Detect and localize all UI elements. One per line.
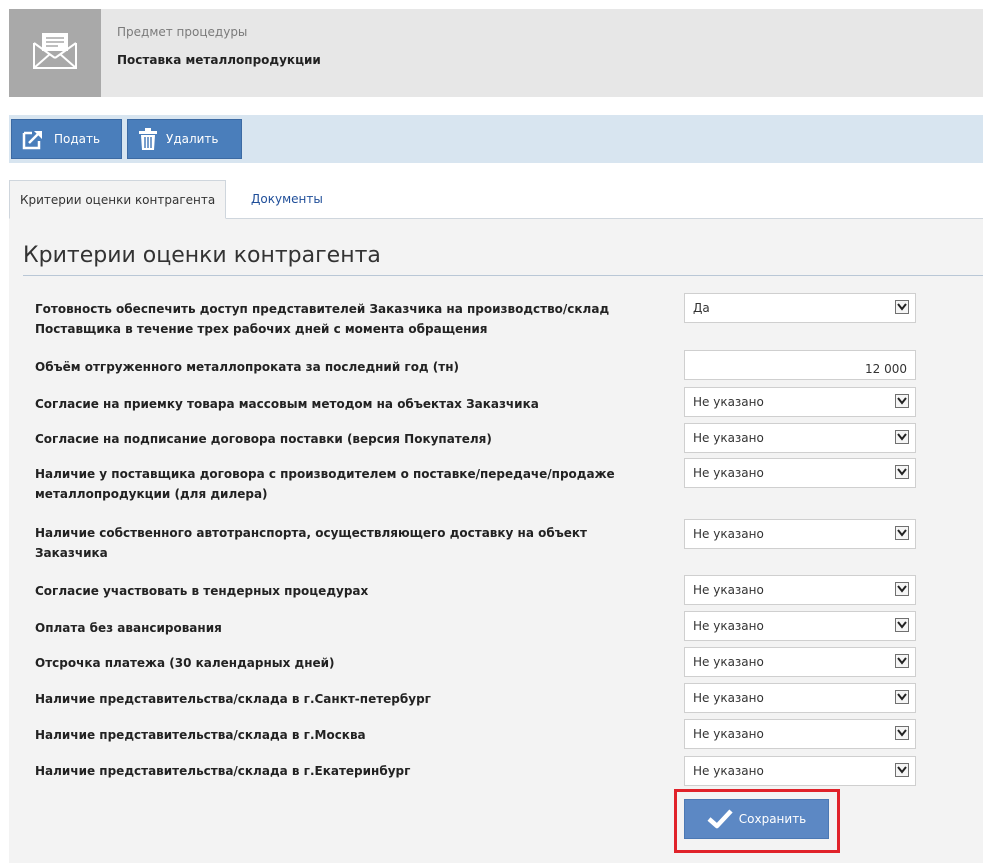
criterion-label: Наличие представительства/склада в г.Сан… <box>35 692 431 706</box>
chevron-down-icon <box>895 690 909 704</box>
select-value: Не указано <box>693 764 764 778</box>
criterion-select[interactable]: Не указано <box>684 458 916 488</box>
select-value: Не указано <box>693 655 764 669</box>
criterion-label: Наличие представительства/склада в г.Мос… <box>35 728 366 742</box>
trash-icon <box>138 127 158 151</box>
save-button[interactable]: Сохранить <box>684 799 829 839</box>
criteria-panel: Критерии оценки контрагента Готовность о… <box>9 219 983 863</box>
chevron-down-icon <box>895 582 909 596</box>
criterion-select[interactable]: Не указано <box>684 387 916 417</box>
tab-documents[interactable]: Документы <box>241 180 333 218</box>
criterion-label: Согласие на приемку товара массовым мето… <box>35 397 539 411</box>
select-value: Не указано <box>693 619 764 633</box>
chevron-down-icon <box>895 430 909 444</box>
checkmark-icon <box>707 809 733 829</box>
criterion-label: Объём отгруженного металлопроката за пос… <box>35 360 460 374</box>
section-divider <box>23 275 983 276</box>
chevron-down-icon <box>895 726 909 740</box>
criterion-label: Наличие у поставщика договора с производ… <box>35 467 615 501</box>
criterion-select[interactable]: Да <box>684 293 916 323</box>
chevron-down-icon <box>895 618 909 632</box>
criterion-label: Согласие участвовать в тендерных процеду… <box>35 584 369 598</box>
share-icon <box>22 128 46 150</box>
procedure-subject-label: Предмет процедуры <box>117 25 248 39</box>
chevron-down-icon <box>895 465 909 479</box>
submit-label: Подать <box>54 132 101 146</box>
toolbar: Подать Удалить <box>9 115 983 163</box>
select-value: Да <box>693 301 710 315</box>
select-value: Не указано <box>693 727 764 741</box>
tabs: Критерии оценки контрагента Документы <box>9 180 983 219</box>
chevron-down-icon <box>895 394 909 408</box>
criterion-select[interactable]: Не указано <box>684 519 916 549</box>
chevron-down-icon <box>895 300 909 314</box>
save-label: Сохранить <box>738 812 807 826</box>
select-value: Не указано <box>693 395 764 409</box>
section-title: Критерии оценки контрагента <box>23 243 381 268</box>
select-value: Не указано <box>693 583 764 597</box>
criterion-select[interactable]: Не указано <box>684 647 916 677</box>
select-value: Не указано <box>693 527 764 541</box>
delete-label: Удалить <box>166 132 219 146</box>
select-value: Не указано <box>693 691 764 705</box>
submit-button[interactable]: Подать <box>11 119 122 159</box>
criterion-select[interactable]: Не указано <box>684 719 916 749</box>
criterion-label: Наличие представительства/склада в г.Ека… <box>35 764 411 778</box>
criterion-select[interactable]: Не указано <box>684 575 916 605</box>
procedure-subject-value: Поставка металлопродукции <box>117 53 321 67</box>
criterion-select[interactable]: Не указано <box>684 423 916 453</box>
select-value: Не указано <box>693 466 764 480</box>
criterion-label: Готовность обеспечить доступ представите… <box>35 302 610 336</box>
chevron-down-icon <box>895 654 909 668</box>
tab-criteria[interactable]: Критерии оценки контрагента <box>9 180 227 219</box>
criterion-label: Согласие на подписание договора поставки… <box>35 432 492 446</box>
chevron-down-icon <box>895 763 909 777</box>
criterion-label: Отсрочка платежа (30 календарных дней) <box>35 656 335 670</box>
envelope-icon <box>9 9 101 97</box>
criterion-select[interactable]: Не указано <box>684 611 916 641</box>
criterion-select[interactable]: Не указано <box>684 756 916 786</box>
criterion-select[interactable]: Не указано <box>684 683 916 713</box>
select-value: Не указано <box>693 431 764 445</box>
criterion-label: Оплата без авансирования <box>35 621 222 635</box>
criterion-input[interactable] <box>684 350 916 380</box>
delete-button[interactable]: Удалить <box>127 119 242 159</box>
criterion-label: Наличие собственного автотранспорта, осу… <box>35 526 587 560</box>
chevron-down-icon <box>895 526 909 540</box>
procedure-header: Предмет процедуры Поставка металлопродук… <box>9 9 983 97</box>
